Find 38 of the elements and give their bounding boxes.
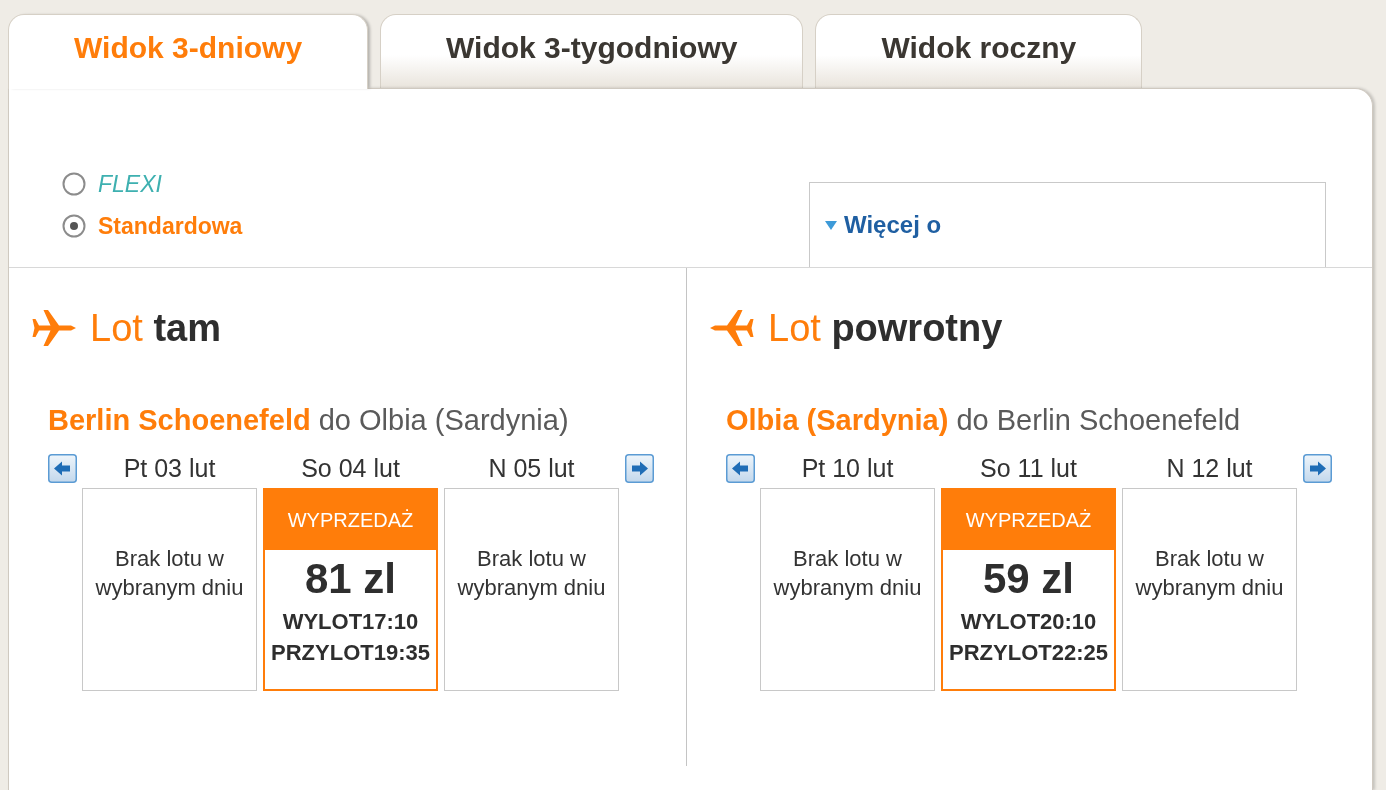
date-label: Pt 03 lut <box>122 453 217 484</box>
date-label: So 11 lut <box>979 453 1078 484</box>
price-text: 81 zl <box>303 555 398 603</box>
section-heading: Lot powrotny <box>768 306 1003 351</box>
fare-option-label: Standardowa <box>98 212 243 241</box>
arrival-time: PRZYLOT22:25 <box>948 639 1109 667</box>
tab[interactable]: Widok 3-tygodniowy <box>380 14 804 88</box>
fare-card[interactable]: WYPRZEDAŻ 81 zl WYLOT17:10 PRZYLOT19:35 <box>263 488 438 691</box>
route-text: Berlin Schoenefeld do Olbia (Sardynia) <box>48 403 570 438</box>
no-flight-text: Brak lotu w wybranym dniu <box>1134 545 1285 602</box>
radio-icon[interactable] <box>62 172 86 196</box>
arrival-time: PRZYLOT19:35 <box>270 639 431 667</box>
date-label: Pt 10 lut <box>800 453 895 484</box>
departure-time: WYLOT17:10 <box>281 608 420 636</box>
airplane-icon <box>709 308 755 348</box>
departure-time: WYLOT20:10 <box>959 608 1098 636</box>
sale-badge: WYPRZEDAŻ <box>943 490 1114 550</box>
fare-option-label: FLEXI <box>98 170 162 199</box>
date-label: So 04 lut <box>300 453 401 484</box>
no-flight-text: Brak lotu w wybranym dniu <box>456 545 607 602</box>
arrow-left-icon[interactable] <box>726 454 755 483</box>
more-info-link[interactable]: Więcej o <box>825 207 942 243</box>
arrow-right-icon[interactable] <box>625 454 654 483</box>
fare-card[interactable]: WYPRZEDAŻ 59 zl WYLOT20:10 PRZYLOT22:25 <box>941 488 1116 691</box>
price-text: 59 zl <box>981 555 1076 603</box>
arrow-left-icon[interactable] <box>48 454 77 483</box>
route-text: Olbia (Sardynia) do Berlin Schoenefeld <box>726 403 1242 438</box>
date-label: N 12 lut <box>1165 453 1254 484</box>
airplane-icon <box>31 308 77 348</box>
radio-icon[interactable] <box>62 214 86 238</box>
tab[interactable]: Widok roczny <box>815 14 1143 88</box>
sale-badge: WYPRZEDAŻ <box>265 490 436 550</box>
no-flight-text: Brak lotu w wybranym dniu <box>94 545 245 602</box>
no-flight-text: Brak lotu w wybranym dniu <box>772 545 923 602</box>
date-label: N 05 lut <box>487 453 576 484</box>
caret-down-icon <box>825 220 837 230</box>
section-heading: Lot tam <box>90 306 221 351</box>
arrow-right-icon[interactable] <box>1303 454 1332 483</box>
